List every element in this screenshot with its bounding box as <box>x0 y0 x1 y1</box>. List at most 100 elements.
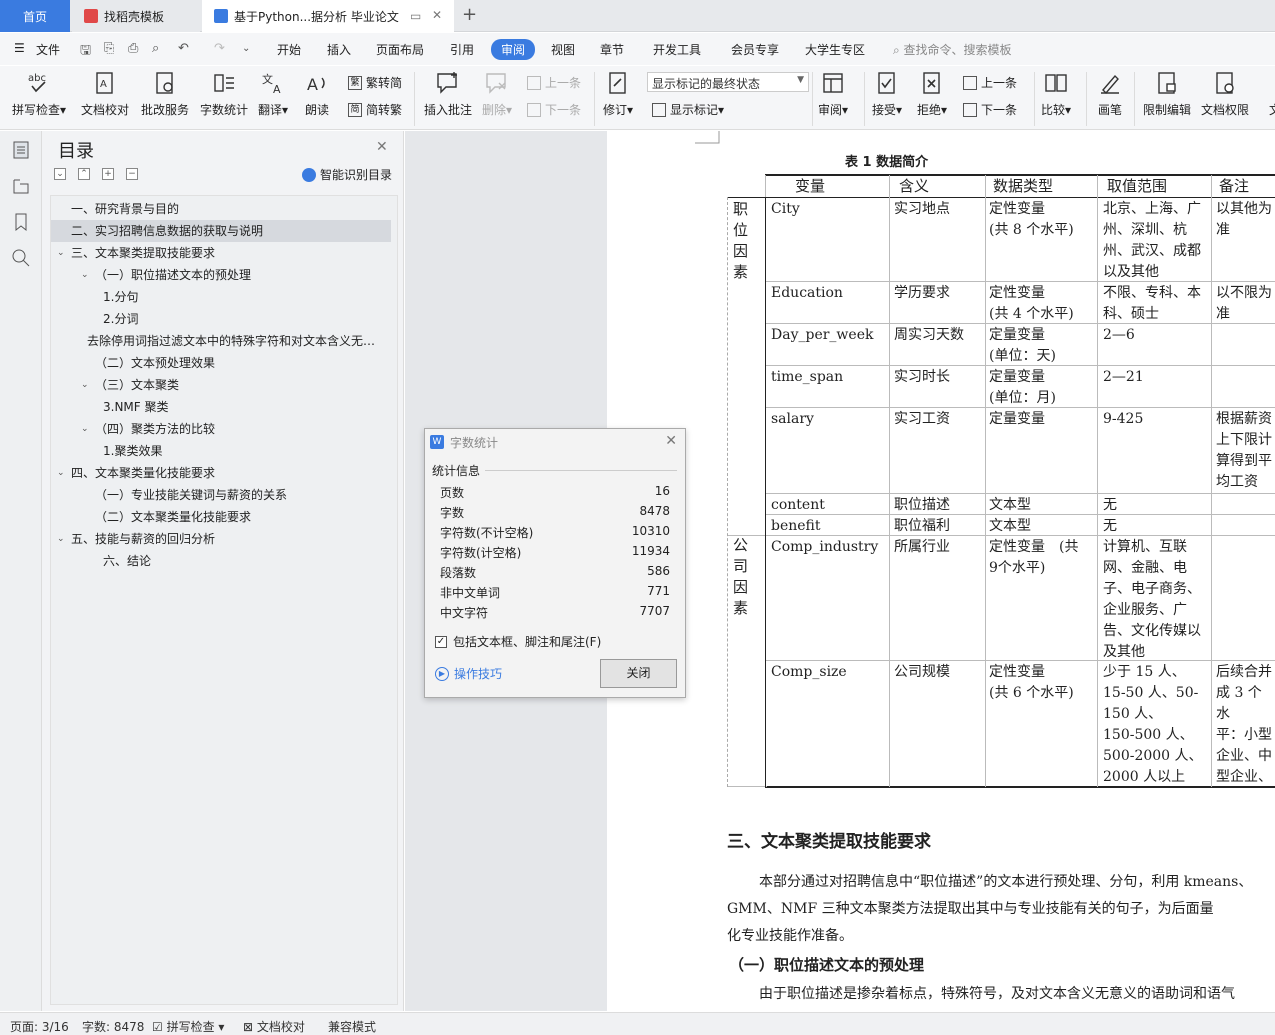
expand-chevron-icon[interactable]: ⌄ <box>57 462 65 484</box>
prev-comment-button[interactable]: 上一条 <box>527 74 581 91</box>
dialog-titlebar[interactable]: W 字数统计 ✕ <box>425 429 685 455</box>
toc-item[interactable]: 一、研究背景与目的 <box>51 198 391 220</box>
smart-toc-button[interactable]: 智能识别目录 <box>302 166 392 183</box>
hamburger-icon[interactable]: ☰ <box>14 41 25 55</box>
insert-comment-button[interactable]: 插入批注 <box>424 70 472 118</box>
word-count-indicator[interactable]: 字数: 8478 <box>82 1018 144 1035</box>
delete-comment-button[interactable]: 删除▾ <box>482 70 512 118</box>
doc-check-button[interactable]: A 文档校对 <box>81 70 129 118</box>
close-icon[interactable]: ✕ <box>665 433 677 449</box>
close-tab-icon[interactable]: ✕ <box>432 8 442 22</box>
next-change-button[interactable]: 下一条 <box>963 101 1017 118</box>
toc-item[interactable]: 去除停用词指过滤文本中的特殊字符和对文本含义无… <box>51 330 391 352</box>
table-cell-type: 定量变量 <box>989 411 1045 427</box>
toc-item[interactable]: 3.NMF 聚类 <box>51 396 391 418</box>
toc-item[interactable]: （二）文本预处理效果 <box>51 352 391 374</box>
table-cell-meaning: 职位福利 <box>894 518 950 534</box>
reject-button[interactable]: 拒绝▾ <box>917 70 947 118</box>
word-count-button[interactable]: 字数统计 <box>200 70 248 118</box>
expand-chevron-icon[interactable]: ⌄ <box>57 242 65 264</box>
expand-chevron-icon[interactable]: ⌄ <box>81 418 89 440</box>
expand-chevron-icon[interactable]: ⌄ <box>81 264 89 286</box>
more-quick-icon[interactable]: ⌄ <box>242 43 250 54</box>
compare-button[interactable]: 比较▾ <box>1041 70 1071 118</box>
chapter-icon[interactable] <box>10 175 32 197</box>
read-aloud-button[interactable]: A 朗读 <box>304 70 330 118</box>
print-icon[interactable]: ⎙ <box>128 41 138 56</box>
accept-button[interactable]: 接受▾ <box>872 70 902 118</box>
prev-change-button[interactable]: 上一条 <box>963 74 1017 91</box>
toc-icon[interactable] <box>10 139 32 161</box>
doc-permission-button[interactable]: 文档权限 <box>1201 70 1249 118</box>
toc-item[interactable]: 五、技能与薪资的回归分析 ⌄ <box>51 528 391 550</box>
tips-link[interactable]: ▶ 操作技巧 <box>435 665 502 682</box>
toc-item[interactable]: 2.分词 <box>51 308 391 330</box>
show-markup-button[interactable]: 显示标记 ▾ <box>652 101 724 118</box>
tab-template[interactable]: 找稻壳模板 <box>72 0 200 32</box>
add-heading-icon[interactable]: + <box>102 168 114 180</box>
menu-student[interactable]: 大学生专区 <box>805 41 865 58</box>
doc-check-status[interactable]: ⊠ 文档校对 <box>243 1018 305 1035</box>
tab-document[interactable]: 基于Python...据分析 毕业论文 ▭ ✕ <box>202 0 454 32</box>
menu-start[interactable]: 开始 <box>277 41 301 58</box>
to-traditional-button[interactable]: 繁繁转简 <box>348 74 402 91</box>
toc-item[interactable]: 六、结论 <box>51 550 391 572</box>
menu-insert[interactable]: 插入 <box>327 41 351 58</box>
menu-review[interactable]: 审阅 <box>491 39 536 60</box>
expand-up-icon[interactable]: ⌃ <box>78 168 90 180</box>
menu-chapter[interactable]: 章节 <box>600 41 624 58</box>
toc-item[interactable]: 二、实习招聘信息数据的获取与说明 <box>51 220 391 242</box>
find-icon[interactable] <box>10 247 32 269</box>
command-search[interactable]: ⌕ 查找命令、搜索模板 <box>893 41 1012 58</box>
spellcheck-button[interactable]: abc 拼写检查▾ <box>12 70 66 118</box>
bookmark-icon[interactable] <box>10 211 32 233</box>
to-simplified-button[interactable]: 简简转繁 <box>348 101 402 118</box>
toc-item[interactable]: 四、文本聚类量化技能要求 ⌄ <box>51 462 391 484</box>
close-button[interactable]: 关闭 <box>600 659 677 688</box>
save-icon[interactable]: 🖫 <box>80 41 91 63</box>
menu-member[interactable]: 会员专享 <box>731 41 779 58</box>
doc-more-button[interactable]: 文 <box>1262 70 1275 118</box>
menu-file[interactable]: 文件 <box>36 41 60 58</box>
preview-icon[interactable]: ⌕ <box>152 41 159 56</box>
table-cell-var: Comp_industry <box>771 539 879 555</box>
toc-item[interactable]: （二）文本聚类量化技能要求 <box>51 506 391 528</box>
page-indicator[interactable]: 页面: 3/16 <box>10 1018 69 1035</box>
stat-label: 页数 <box>440 486 465 500</box>
toc-item[interactable]: （一）专业技能关键词与薪资的关系 <box>51 484 391 506</box>
new-tab-icon[interactable]: + <box>462 4 477 25</box>
next-comment-button[interactable]: 下一条 <box>527 101 581 118</box>
menu-developer[interactable]: 开发工具 <box>653 41 701 58</box>
pen-button[interactable]: 画笔 <box>1097 70 1123 118</box>
toc-item[interactable]: （四）聚类方法的比较 ⌄ <box>51 418 391 440</box>
toc-item[interactable]: 1.分句 <box>51 286 391 308</box>
remove-heading-icon[interactable]: − <box>126 168 138 180</box>
pin-icon[interactable]: ▭ <box>410 9 421 23</box>
tab-home[interactable]: 首页 <box>0 0 70 32</box>
translate-button[interactable]: 文A 翻译▾ <box>258 70 288 118</box>
menu-layout[interactable]: 页面布局 <box>376 41 424 58</box>
undo-icon[interactable]: ↶ <box>178 41 189 56</box>
collapse-all-icon[interactable]: ⌄ <box>54 168 66 180</box>
menu-view[interactable]: 视图 <box>551 41 575 58</box>
toc-item[interactable]: 三、文本聚类提取技能要求 ⌄ <box>51 242 391 264</box>
expand-chevron-icon[interactable]: ⌄ <box>57 528 65 550</box>
menu-reference[interactable]: 引用 <box>450 41 474 58</box>
table-cell-note <box>1216 537 1274 660</box>
revise-button[interactable]: 修订▾ <box>603 70 633 118</box>
document-page[interactable]: 表 1 数据简介 变量 含义 数据类型 取值范围 备注 职位因素 公司因素 City 实习地点定… <box>607 131 1275 1011</box>
close-icon[interactable]: ✕ <box>376 139 388 155</box>
export-icon[interactable]: ⎘ <box>104 41 114 56</box>
spellcheck-status[interactable]: ☑ 拼写检查 ▾ <box>152 1018 224 1035</box>
toc-item[interactable]: 1.聚类效果 <box>51 440 391 462</box>
markup-mode-select[interactable]: 显示标记的最终状态 ▼ <box>647 72 809 92</box>
redo-icon[interactable]: ↷ <box>214 41 225 56</box>
toc-item[interactable]: （三）文本聚类 ⌄ <box>51 374 391 396</box>
expand-chevron-icon[interactable]: ⌄ <box>81 374 89 396</box>
restrict-edit-button[interactable]: 限制编辑 <box>1143 70 1191 118</box>
review-pane-button[interactable]: 审阅▾ <box>818 70 848 118</box>
include-textboxes-checkbox[interactable]: ✓ 包括文本框、脚注和尾注(F) <box>435 633 601 650</box>
toc-item-label: 六、结论 <box>103 554 152 568</box>
proofread-service-button[interactable]: 批改服务 <box>141 70 189 118</box>
toc-item[interactable]: （一）职位描述文本的预处理 ⌄ <box>51 264 391 286</box>
